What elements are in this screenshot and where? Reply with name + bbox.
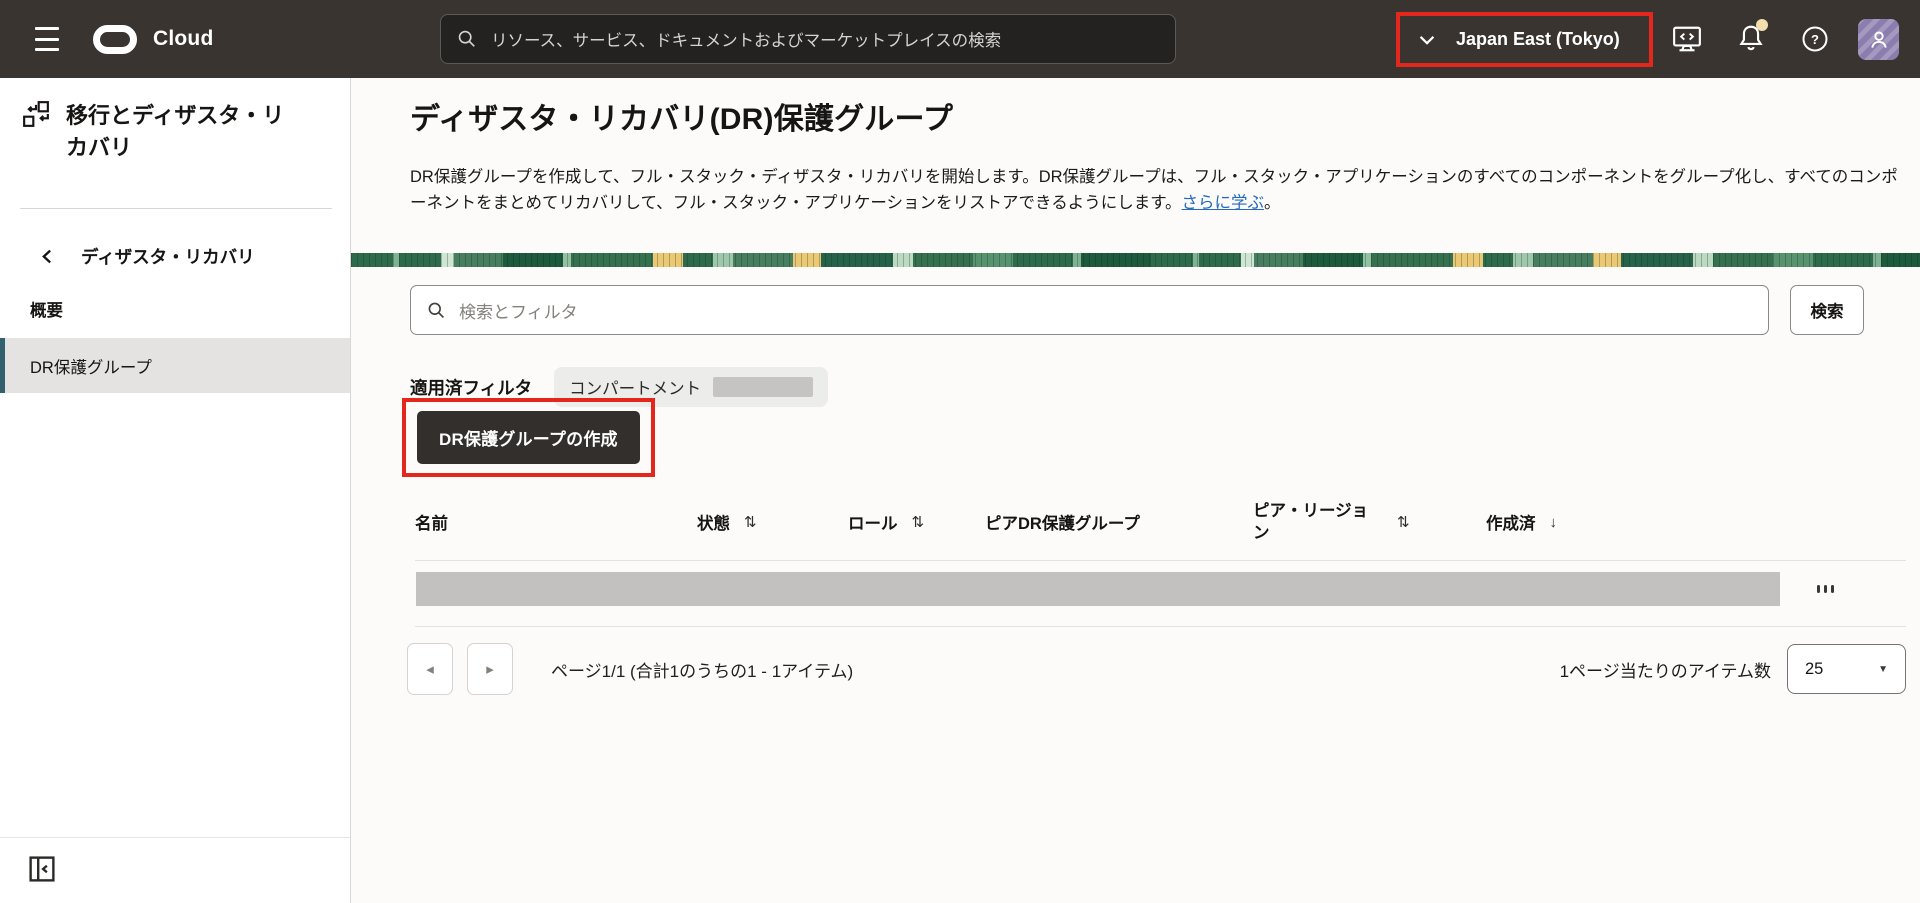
sidebar: 移行とディザスタ・リカバリ ディザスタ・リカバリ 概要 DR保護グループ (0, 78, 351, 903)
annotation-box-region-selector: Japan East (Tokyo) (1396, 12, 1653, 67)
collapse-sidebar-button[interactable] (26, 854, 58, 886)
oracle-cloud-logo[interactable]: Cloud (93, 0, 213, 78)
applied-filters-label: 適用済フィルタ (410, 375, 532, 400)
chevron-down-icon (1416, 29, 1438, 51)
hamburger-menu-button[interactable] (35, 27, 61, 51)
migration-icon (22, 100, 50, 128)
notification-badge (1756, 19, 1768, 31)
column-header-name: 名前 (415, 510, 697, 534)
help-button[interactable]: ? (1793, 0, 1837, 78)
global-search-placeholder: リソース、サービス、ドキュメントおよびマーケットプレイスの検索 (491, 27, 1001, 51)
description-period: 。 (1264, 194, 1281, 212)
page-description: DR保護グループを作成して、フル・スタック・ディザスタ・リカバリを開始します。D… (410, 164, 1906, 217)
table-header-row: 名前 状態 ⇅ ロール ⇅ ピアDR保護グループ ピア・リージョン ⇅ 作成済 … (415, 490, 1906, 554)
redacted-compartment-value (713, 377, 813, 397)
hamburger-bar (35, 48, 59, 51)
sidebar-header: 移行とディザスタ・リカバリ (22, 100, 322, 164)
collapse-sidebar-icon (29, 856, 55, 882)
chevron-left-icon (40, 248, 55, 265)
cloud-shell-button[interactable] (1665, 0, 1709, 78)
items-per-page-select[interactable]: 25 ▼ (1787, 644, 1906, 694)
next-page-button[interactable]: ▸ (467, 643, 513, 695)
oracle-o-icon (93, 25, 137, 54)
developer-console-icon (1672, 25, 1702, 53)
overflow-menu-icon (1831, 585, 1834, 593)
column-header-created[interactable]: 作成済 ↓ (1486, 510, 1906, 534)
bell-icon (1737, 23, 1765, 56)
page-title: ディザスタ・リカバリ(DR)保護グループ (410, 94, 953, 138)
help-icon: ? (1801, 25, 1829, 53)
create-dr-protection-group-button[interactable]: DR保護グループの作成 (417, 411, 640, 464)
sidebar-back-label: ディザスタ・リカバリ (81, 244, 255, 269)
caret-down-icon: ▼ (1878, 664, 1888, 675)
brand-label: Cloud (153, 27, 213, 51)
learn-more-link[interactable]: さらに学ぶ (1182, 194, 1265, 212)
sidebar-back-link[interactable]: ディザスタ・リカバリ (40, 244, 255, 269)
notifications-button[interactable] (1729, 0, 1773, 78)
column-header-state[interactable]: 状態 ⇅ (697, 510, 848, 534)
column-header-role[interactable]: ロール ⇅ (848, 510, 985, 534)
pagination-bar: ◂ ▸ ページ1/1 (合計1のうちの1 - 1アイテム) 1ページ当たりのアイ… (407, 641, 1906, 697)
overflow-menu-icon (1817, 585, 1820, 593)
search-button[interactable]: 検索 (1790, 285, 1864, 335)
main-content: ディザスタ・リカバリ(DR)保護グループ DR保護グループを作成して、フル・スタ… (351, 78, 1920, 903)
table-filter-input[interactable]: 検索とフィルタ (410, 285, 1769, 335)
sidebar-item-dr-protection-groups[interactable]: DR保護グループ (0, 338, 350, 393)
items-per-page-label: 1ページ当たりのアイテム数 (1560, 657, 1771, 682)
sidebar-divider (20, 208, 332, 209)
hamburger-bar (35, 27, 59, 30)
user-avatar-button[interactable] (1858, 19, 1899, 60)
column-header-peer-region[interactable]: ピア・リージョン ⇅ (1253, 500, 1486, 545)
overflow-menu-icon (1824, 585, 1827, 593)
sidebar-item-overview[interactable]: 概要 (0, 288, 350, 330)
sort-icon[interactable]: ⇅ (744, 513, 757, 531)
search-icon (457, 29, 477, 49)
topbar: Cloud リソース、サービス、ドキュメントおよびマーケットプレイスの検索 Ja… (0, 0, 1920, 78)
sidebar-title: 移行とディザスタ・リカバリ (66, 100, 298, 164)
column-header-peer-group: ピアDR保護グループ (985, 510, 1253, 534)
sort-desc-icon[interactable]: ↓ (1550, 514, 1558, 531)
search-icon (427, 301, 446, 320)
person-icon (1866, 27, 1892, 53)
region-label: Japan East (Tokyo) (1456, 29, 1620, 50)
sort-icon[interactable]: ⇅ (1397, 513, 1410, 531)
sidebar-footer-divider (0, 837, 350, 838)
description-text: DR保護グループを作成して、フル・スタック・ディザスタ・リカバリを開始します。D… (410, 168, 1898, 212)
sort-icon[interactable]: ⇅ (912, 513, 925, 531)
row-overflow-menu-button[interactable] (1803, 578, 1847, 600)
decorative-banner (351, 253, 1920, 267)
table-divider (415, 560, 1906, 561)
svg-text:?: ? (1811, 32, 1819, 47)
table-divider (415, 626, 1906, 627)
filter-chip-label: コンパートメント (569, 375, 701, 399)
previous-page-button[interactable]: ◂ (407, 643, 453, 695)
table-row-redacted[interactable] (416, 572, 1780, 606)
oci-console-page: Cloud リソース、サービス、ドキュメントおよびマーケットプレイスの検索 Ja… (0, 0, 1920, 903)
region-selector[interactable]: Japan East (Tokyo) (1400, 16, 1649, 63)
filter-input-placeholder: 検索とフィルタ (459, 298, 578, 323)
annotation-box-create-button: DR保護グループの作成 (402, 398, 655, 477)
page-info-text: ページ1/1 (合計1のうちの1 - 1アイテム) (551, 657, 853, 682)
hamburger-bar (35, 38, 59, 41)
items-per-page-value: 25 (1805, 660, 1823, 679)
global-search-input[interactable]: リソース、サービス、ドキュメントおよびマーケットプレイスの検索 (440, 14, 1176, 64)
